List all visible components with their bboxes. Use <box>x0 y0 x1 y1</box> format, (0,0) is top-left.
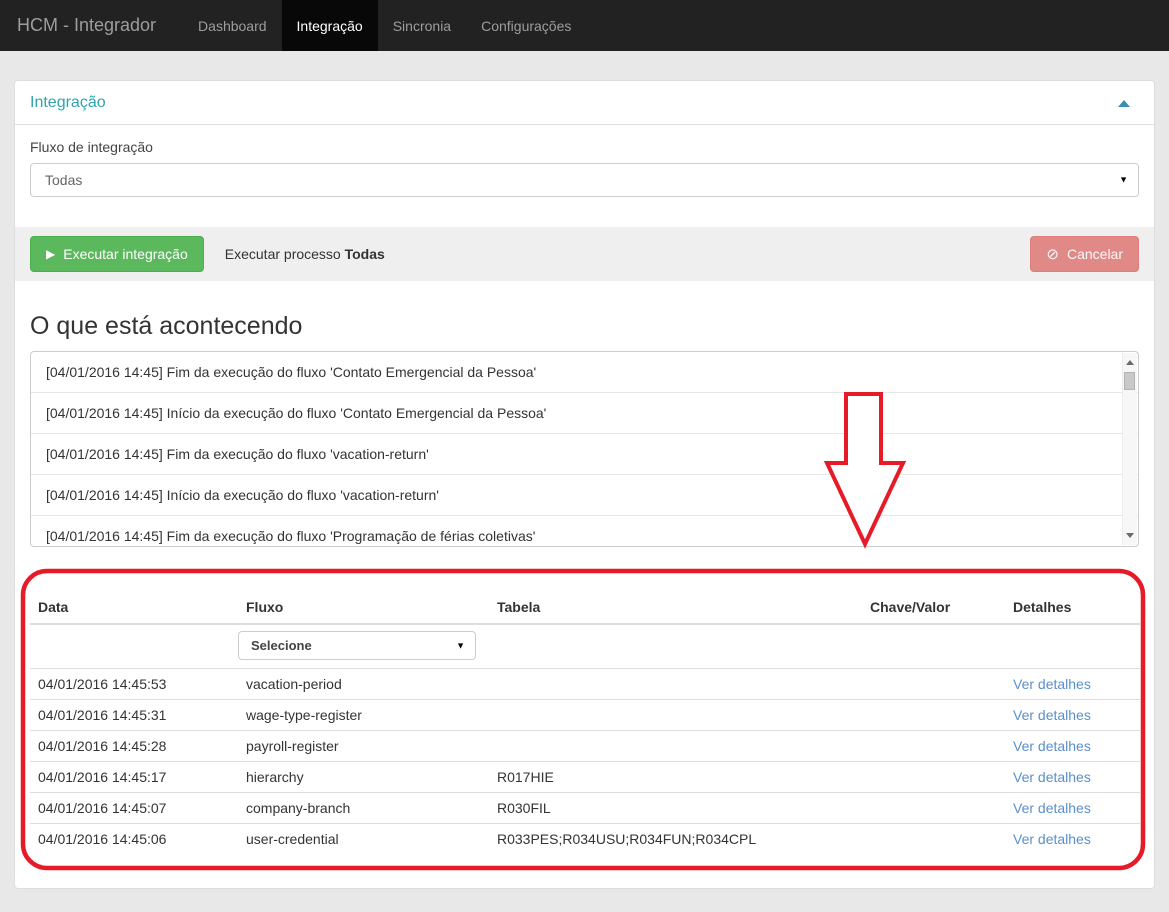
cell-chave <box>862 792 1005 824</box>
cancel-button[interactable]: ⊘ Cancelar <box>1030 236 1139 272</box>
ver-detalhes-link[interactable]: Ver detalhes <box>1013 769 1091 785</box>
table-row: 04/01/2016 14:45:53 vacation-period Ver … <box>30 668 1140 700</box>
process-status-text: Executar processo Todas <box>225 246 385 262</box>
nav-item-sincronia[interactable]: Sincronia <box>378 0 466 51</box>
navbar: HCM - Integrador Dashboard Integração Si… <box>0 0 1169 51</box>
cell-tabela: R030FIL <box>489 792 862 824</box>
cell-fluxo: hierarchy <box>238 761 489 793</box>
col-header-chave-valor: Chave/Valor <box>862 591 1005 625</box>
cancel-button-label: Cancelar <box>1066 246 1123 262</box>
flow-select-label: Fluxo de integração <box>30 139 153 155</box>
caret-down-icon: ▼ <box>1119 174 1128 185</box>
fluxo-filter-value: Selecione <box>251 638 312 653</box>
col-header-fluxo: Fluxo <box>238 591 489 625</box>
ver-detalhes-link[interactable]: Ver detalhes <box>1013 738 1091 754</box>
col-header-data: Data <box>30 591 238 625</box>
panel-title: Integração <box>30 94 106 111</box>
log-item: [04/01/2016 14:45] Fim da execução do fl… <box>31 516 1138 546</box>
fluxo-filter-select[interactable]: Selecione ▼ <box>238 631 476 660</box>
activity-log-list: [04/01/2016 14:45] Fim da execução do fl… <box>30 351 1139 547</box>
cell-chave <box>862 761 1005 793</box>
cell-fluxo: user-credential <box>238 823 489 854</box>
filter-row: Selecione ▼ <box>30 624 1140 669</box>
table-header-row: Data Fluxo Tabela Chave/Valor Detalhes <box>30 591 1140 625</box>
action-toolbar: ▶ Executar integração Executar processo … <box>15 227 1154 281</box>
main-container: Integração Fluxo de integração Todas ▼ ▶… <box>14 80 1155 889</box>
cell-fluxo: company-branch <box>238 792 489 824</box>
cell-chave <box>862 699 1005 731</box>
cell-data: 04/01/2016 14:45:53 <box>30 668 238 700</box>
cell-chave <box>862 823 1005 854</box>
table-row: 04/01/2016 14:45:17 hierarchy R017HIE Ve… <box>30 761 1140 793</box>
process-text-value: Todas <box>344 246 385 262</box>
table-row: 04/01/2016 14:45:28 payroll-register Ver… <box>30 730 1140 762</box>
log-item: [04/01/2016 14:45] Fim da execução do fl… <box>31 352 1138 393</box>
results-table: Data Fluxo Tabela Chave/Valor Detalhes S… <box>30 591 1140 854</box>
cell-tabela: R017HIE <box>489 761 862 793</box>
nav-item-integracao[interactable]: Integração <box>281 0 378 51</box>
play-icon: ▶ <box>46 247 56 261</box>
cell-data: 04/01/2016 14:45:07 <box>30 792 238 824</box>
flow-select-value: Todas <box>45 172 83 188</box>
log-item: [04/01/2016 14:45] Início da execução do… <box>31 475 1138 516</box>
table-row: 04/01/2016 14:45:06 user-credential R033… <box>30 823 1140 854</box>
integration-panel: Integração Fluxo de integração Todas ▼ ▶… <box>14 80 1155 889</box>
ver-detalhes-link[interactable]: Ver detalhes <box>1013 800 1091 816</box>
scroll-down-icon[interactable] <box>1123 528 1137 543</box>
cell-data: 04/01/2016 14:45:17 <box>30 761 238 793</box>
cell-tabela <box>489 730 862 762</box>
table-row: 04/01/2016 14:45:31 wage-type-register V… <box>30 699 1140 731</box>
cell-data: 04/01/2016 14:45:06 <box>30 823 238 854</box>
cell-chave <box>862 668 1005 700</box>
log-item: [04/01/2016 14:45] Início da execução do… <box>31 393 1138 434</box>
ban-icon: ⊘ <box>1046 245 1059 263</box>
cell-tabela <box>489 668 862 700</box>
scroll-up-icon[interactable] <box>1123 355 1137 370</box>
execute-button-label: Executar integração <box>63 246 188 262</box>
ver-detalhes-link[interactable]: Ver detalhes <box>1013 676 1091 692</box>
col-header-tabela: Tabela <box>489 591 862 625</box>
integration-flow-select[interactable]: Todas ▼ <box>30 163 1139 197</box>
cell-fluxo: vacation-period <box>238 668 489 700</box>
navbar-menu: Dashboard Integração Sincronia Configura… <box>183 0 586 51</box>
scrollbar-thumb[interactable] <box>1124 372 1135 390</box>
panel-body: Fluxo de integração Todas ▼ ▶ Executar i… <box>15 125 1154 888</box>
cell-fluxo: payroll-register <box>238 730 489 762</box>
navbar-brand[interactable]: HCM - Integrador <box>2 0 171 51</box>
nav-item-configuracoes[interactable]: Configurações <box>466 0 586 51</box>
nav-item-dashboard[interactable]: Dashboard <box>183 0 282 51</box>
log-scrollbar[interactable] <box>1122 353 1137 545</box>
execute-integration-button[interactable]: ▶ Executar integração <box>30 236 204 272</box>
col-header-detalhes: Detalhes <box>1005 591 1140 625</box>
cell-fluxo: wage-type-register <box>238 699 489 731</box>
table-row: 04/01/2016 14:45:07 company-branch R030F… <box>30 792 1140 824</box>
cell-data: 04/01/2016 14:45:28 <box>30 730 238 762</box>
log-item: [04/01/2016 14:45] Fim da execução do fl… <box>31 434 1138 475</box>
caret-down-icon: ▼ <box>456 640 465 650</box>
ver-detalhes-link[interactable]: Ver detalhes <box>1013 831 1091 847</box>
cell-tabela: R033PES;R034USU;R034FUN;R034CPL <box>489 823 862 854</box>
cell-data: 04/01/2016 14:45:31 <box>30 699 238 731</box>
collapse-caret-up-icon[interactable] <box>1118 100 1130 107</box>
cell-tabela <box>489 699 862 731</box>
panel-header: Integração <box>15 81 1154 125</box>
activity-heading: O que está acontecendo <box>30 312 303 340</box>
ver-detalhes-link[interactable]: Ver detalhes <box>1013 707 1091 723</box>
process-text-static: Executar processo <box>224 246 341 262</box>
cell-chave <box>862 730 1005 762</box>
